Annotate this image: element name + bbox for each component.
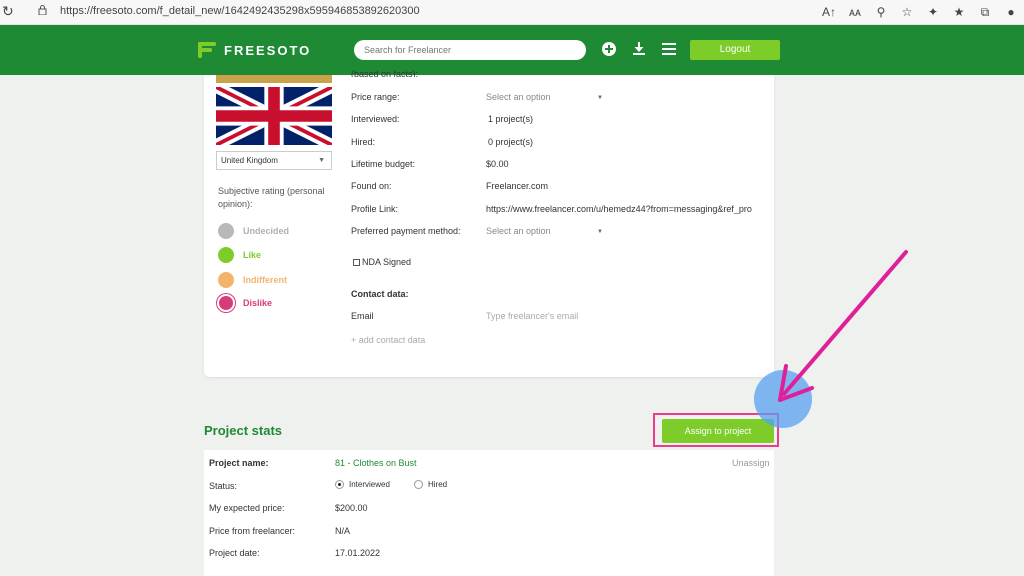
project-date-label: Project date: <box>209 548 260 558</box>
profile-photo <box>216 75 332 83</box>
logo-icon <box>198 42 216 58</box>
expected-price-value: $200.00 <box>335 503 368 513</box>
add-contact-link[interactable]: + add contact data <box>351 335 425 345</box>
browser-icons: A↑ ᴀᴀ ⚲ ☆ ✦ ★ ⧉ ● <box>816 2 1024 22</box>
rating-undecided[interactable]: Undecided <box>218 223 289 239</box>
project-date-value: 17.01.2022 <box>335 548 381 558</box>
rating-label: Indifferent <box>243 275 287 285</box>
payment-method-select[interactable]: Select an option <box>486 226 551 236</box>
project-stats-title: Project stats <box>204 423 283 438</box>
freelancer-price-label: Price from freelancer: <box>209 526 296 536</box>
radio-label: Hired <box>428 480 448 489</box>
hired-value: 0 project(s) <box>488 137 534 147</box>
favorites-list-icon[interactable]: ★ <box>946 2 972 22</box>
lock-icon <box>38 5 47 15</box>
rating-label: Like <box>243 250 262 260</box>
chevron-down-icon: ▼ <box>318 157 325 164</box>
zoom-icon[interactable]: ⚲ <box>868 2 894 22</box>
annotation-arrow-icon <box>778 250 908 402</box>
project-name-label: Project name: <box>209 458 269 468</box>
radio-label: Interviewed <box>349 480 390 489</box>
translate-icon[interactable]: ᴀᴀ <box>842 2 868 22</box>
expected-price-label: My expected price: <box>209 503 285 513</box>
price-range-label: Price range: <box>351 92 400 102</box>
download-icon[interactable] <box>631 41 647 57</box>
highlight-box <box>653 413 779 447</box>
chevron-down-icon: ▼ <box>597 95 603 101</box>
nda-label: NDA Signed <box>362 257 412 267</box>
chevron-down-icon: ▼ <box>597 229 603 235</box>
add-icon[interactable] <box>601 41 617 57</box>
extensions-icon[interactable]: ✦ <box>920 2 946 22</box>
found-on-label: Found on: <box>351 181 392 191</box>
lifetime-budget-label: Lifetime budget: <box>351 159 416 169</box>
logo-text: FREESOTO <box>224 42 312 58</box>
status-radio-interviewed[interactable]: Interviewed <box>335 480 390 489</box>
payment-method-label: Preferred payment method: <box>351 226 461 236</box>
browser-toolbar: ↻ https://freesoto.com/f_detail_new/1642… <box>0 0 1024 25</box>
like-dot-icon <box>218 247 234 263</box>
nda-checkbox[interactable]: NDA Signed <box>353 257 411 267</box>
undecided-dot-icon <box>218 223 234 239</box>
rating-label: Dislike <box>243 298 273 308</box>
indifferent-dot-icon <box>218 272 234 288</box>
profile-icon[interactable]: ● <box>998 2 1024 22</box>
search-input[interactable] <box>354 40 586 60</box>
contact-data-label: Contact data: <box>351 289 409 299</box>
country-select[interactable]: United Kingdom ▼ <box>216 151 332 170</box>
collections-icon[interactable]: ⧉ <box>972 2 998 22</box>
radio-unchecked-icon <box>414 480 423 489</box>
rating-dislike[interactable]: Dislike <box>218 295 272 311</box>
read-aloud-icon[interactable]: A↑ <box>816 2 842 22</box>
logo[interactable]: FREESOTO <box>198 42 311 58</box>
unassign-link[interactable]: Unassign <box>732 458 770 468</box>
reload-icon[interactable]: ↻ <box>2 3 14 20</box>
dislike-dot-icon <box>219 296 233 310</box>
rating-label: Undecided <box>243 226 290 236</box>
checkbox-icon <box>353 258 360 266</box>
project-name-link[interactable]: 81 - Clothes on Bust <box>335 458 417 468</box>
email-label: Email <box>351 311 374 321</box>
interviewed-value: 1 project(s) <box>488 114 534 124</box>
menu-icon[interactable] <box>661 41 677 57</box>
radio-checked-icon <box>335 480 344 489</box>
rating-like[interactable]: Like <box>218 247 261 263</box>
country-value: United Kingdom <box>221 156 278 165</box>
uk-flag-image <box>216 87 332 145</box>
favorite-icon[interactable]: ☆ <box>894 2 920 22</box>
found-on-value: Freelancer.com <box>486 181 549 191</box>
freelancer-price-value: N/A <box>335 526 351 536</box>
based-on-facts-label: (based on facts): <box>351 69 419 77</box>
hired-label: Hired: <box>351 137 376 147</box>
price-range-select[interactable]: Select an option <box>486 92 551 102</box>
profile-link-value[interactable]: https://www.freelancer.com/u/hemedz44?fr… <box>486 204 763 214</box>
interviewed-label: Interviewed: <box>351 114 400 124</box>
status-radio-hired[interactable]: Hired <box>414 480 447 489</box>
address-bar[interactable]: https://freesoto.com/f_detail_new/164249… <box>60 5 420 17</box>
subjective-rating-label: Subjective rating (personal opinion): <box>218 186 325 209</box>
status-label: Status: <box>209 481 238 491</box>
project-stats-card <box>204 450 774 576</box>
profile-link-label: Profile Link: <box>351 204 399 214</box>
rating-indifferent[interactable]: Indifferent <box>218 272 287 288</box>
logout-button[interactable]: Logout <box>690 40 780 60</box>
email-field[interactable]: Type freelancer's email <box>486 311 578 321</box>
lifetime-budget-value: $0.00 <box>486 159 509 169</box>
